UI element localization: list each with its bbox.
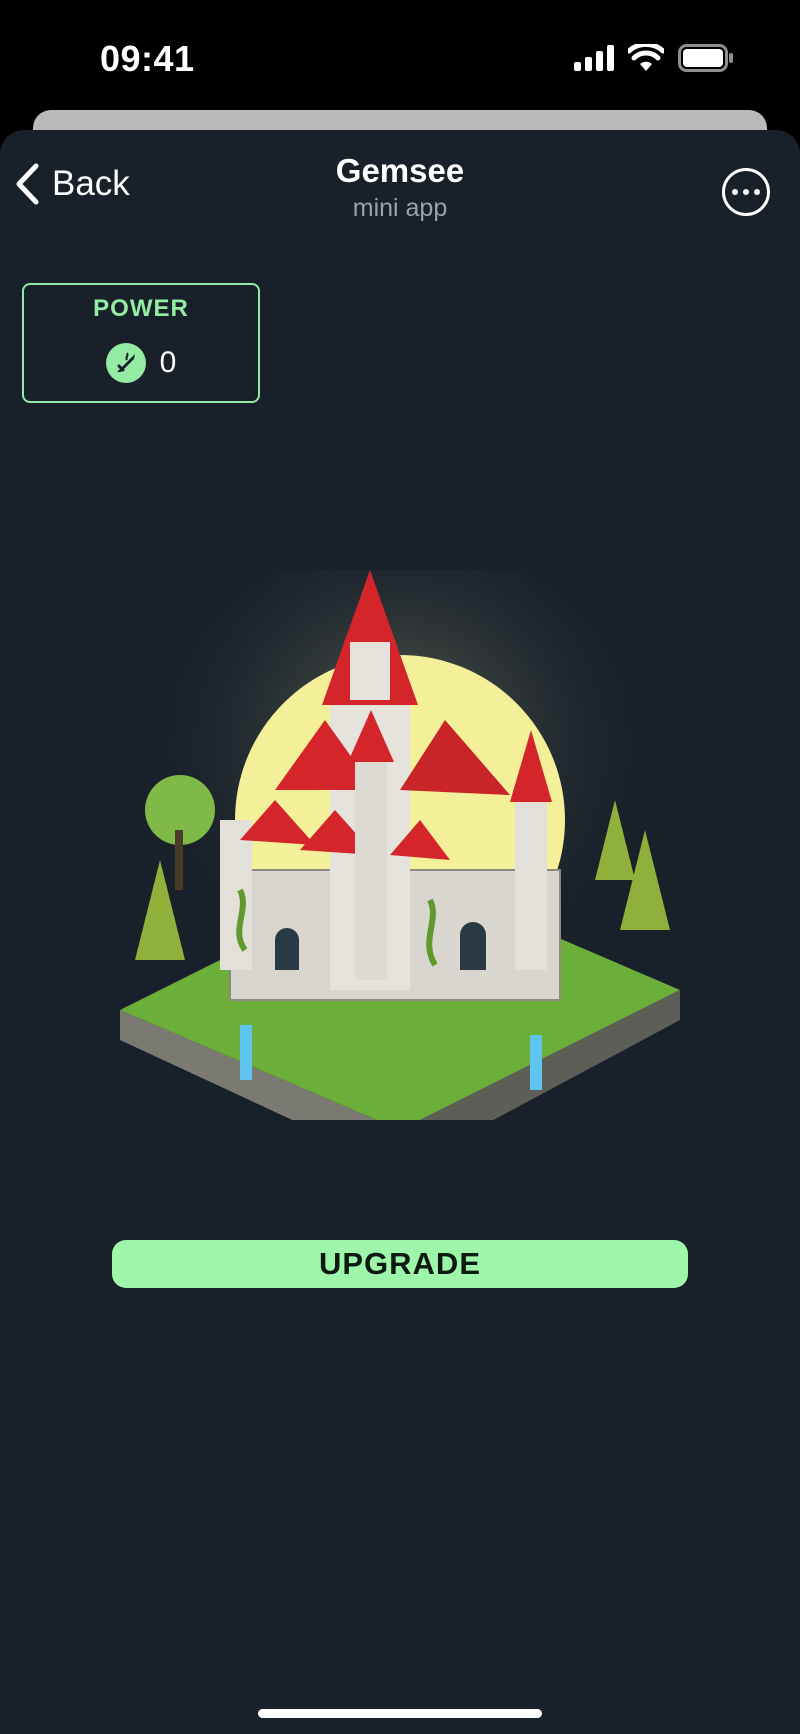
upgrade-button[interactable]: UPGRADE bbox=[112, 1240, 688, 1288]
status-icons bbox=[574, 44, 734, 72]
power-label: POWER bbox=[93, 295, 189, 322]
status-bar: 09:41 bbox=[0, 0, 800, 110]
status-time: 09:41 bbox=[100, 38, 195, 79]
power-value-row: 0 bbox=[24, 343, 258, 383]
power-sword-icon bbox=[105, 343, 146, 383]
power-card: POWER 0 bbox=[22, 283, 260, 403]
mini-app-sheet: Back Gemsee mini app POWER 0 UPGRADE bbox=[0, 130, 800, 1734]
battery-icon bbox=[678, 44, 733, 72]
app-header: Back Gemsee mini app bbox=[0, 130, 800, 250]
app-title: Gemsee bbox=[335, 152, 465, 189]
more-icon[interactable] bbox=[722, 168, 770, 216]
wifi-icon bbox=[628, 44, 664, 71]
power-value: 0 bbox=[159, 346, 177, 379]
app-subtitle: mini app bbox=[352, 194, 448, 222]
home-indicator bbox=[258, 1709, 542, 1718]
castle-illustration bbox=[120, 570, 680, 1120]
signal-icon bbox=[574, 45, 614, 71]
